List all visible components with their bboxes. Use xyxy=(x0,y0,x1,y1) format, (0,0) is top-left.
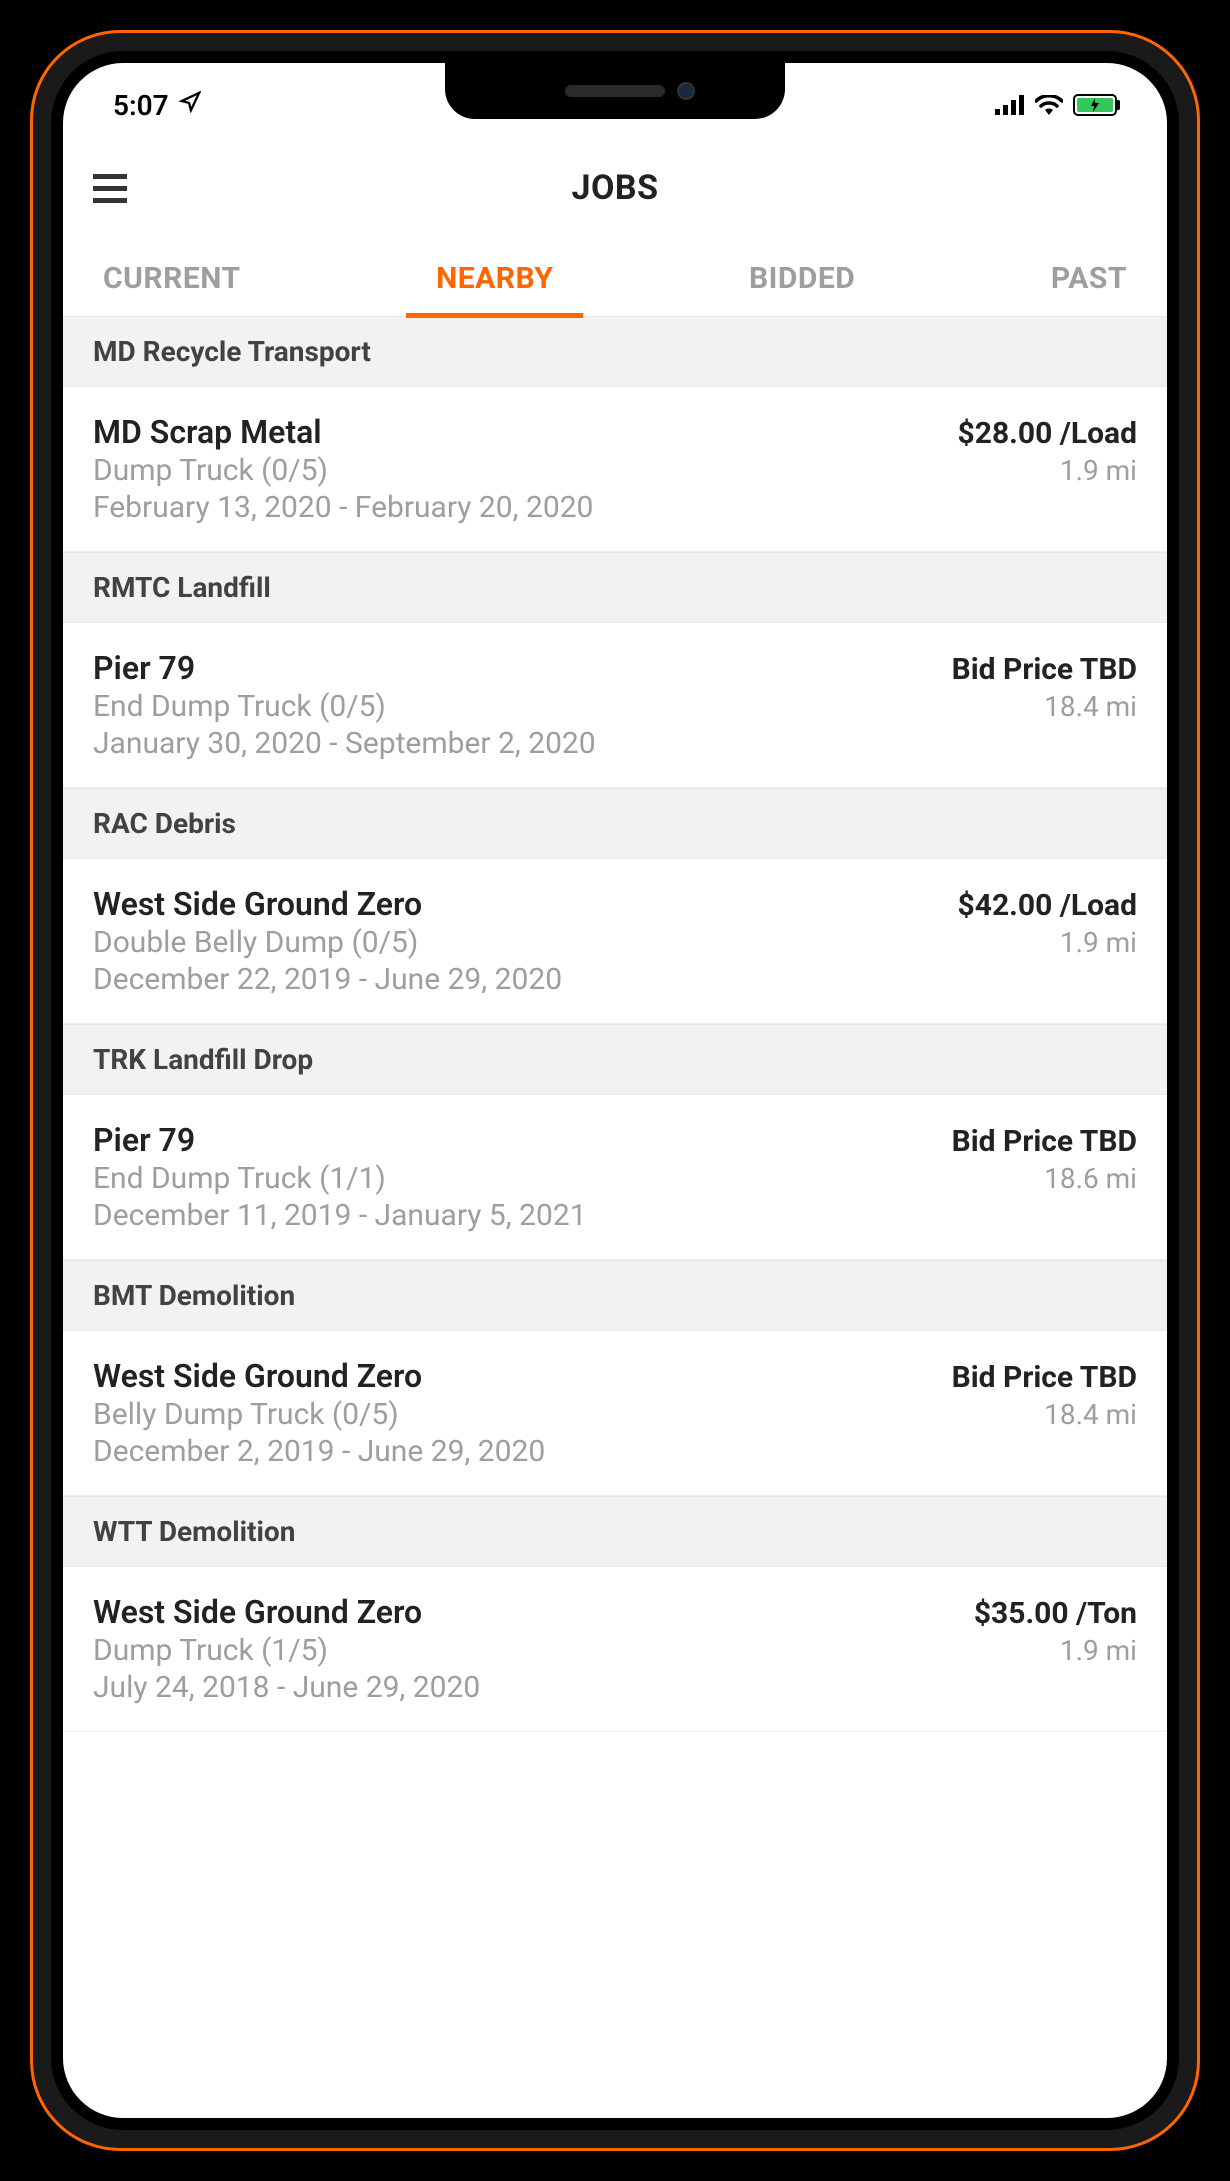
job-row: Belly Dump Truck (0/5) 18.4 mi xyxy=(93,1395,1137,1432)
job-distance: 1.9 mi xyxy=(1060,454,1137,487)
job-vehicle: End Dump Truck (1/1) xyxy=(93,1161,386,1196)
menu-icon-bar xyxy=(93,174,127,179)
job-vehicle: Belly Dump Truck (0/5) xyxy=(93,1397,399,1432)
job-vehicle: Double Belly Dump (0/5) xyxy=(93,925,418,960)
battery-fill xyxy=(1077,98,1113,112)
menu-icon-bar xyxy=(93,186,127,191)
wifi-icon xyxy=(1035,95,1063,115)
job-title: Pier 79 xyxy=(93,649,195,687)
job-row: Dump Truck (0/5) 1.9 mi xyxy=(93,451,1137,488)
job-distance: 1.9 mi xyxy=(1060,1634,1137,1667)
job-dates: December 22, 2019 - June 29, 2020 xyxy=(93,962,1137,997)
job-distance: 1.9 mi xyxy=(1060,926,1137,959)
tab-past[interactable]: PAST xyxy=(1041,243,1137,316)
tabs: CURRENT NEARBY BIDDED PAST xyxy=(63,243,1167,316)
job-row: West Side Ground Zero $35.00 /Ton xyxy=(93,1593,1137,1631)
job-item[interactable]: West Side Ground Zero$35.00 /TonDump Tru… xyxy=(63,1567,1167,1732)
job-row: Pier 79 Bid Price TBD xyxy=(93,1121,1137,1159)
job-row: Double Belly Dump (0/5) 1.9 mi xyxy=(93,923,1137,960)
page-title: JOBS xyxy=(571,168,658,208)
screen: 5:07 xyxy=(63,63,1167,2118)
job-item[interactable]: MD Scrap Metal$28.00 /LoadDump Truck (0/… xyxy=(63,387,1167,552)
job-price: Bid Price TBD xyxy=(952,1360,1137,1395)
front-camera xyxy=(677,82,695,100)
job-title: West Side Ground Zero xyxy=(93,1593,422,1631)
job-dates: July 24, 2018 - June 29, 2020 xyxy=(93,1670,1137,1705)
location-icon xyxy=(179,91,201,119)
job-row: Pier 79 Bid Price TBD xyxy=(93,649,1137,687)
device-outer: 5:07 xyxy=(30,30,1200,2151)
job-vehicle: End Dump Truck (0/5) xyxy=(93,689,386,724)
device-frame: 5:07 xyxy=(0,0,1230,2181)
job-row: End Dump Truck (0/5) 18.4 mi xyxy=(93,687,1137,724)
job-title: West Side Ground Zero xyxy=(93,885,422,923)
job-row: Dump Truck (1/5) 1.9 mi xyxy=(93,1631,1137,1668)
job-dates: January 30, 2020 - September 2, 2020 xyxy=(93,726,1137,761)
battery-icon xyxy=(1073,94,1117,116)
job-price: $35.00 /Ton xyxy=(974,1596,1137,1631)
job-row: End Dump Truck (1/1) 18.6 mi xyxy=(93,1159,1137,1196)
device-inner: 5:07 xyxy=(51,51,1179,2130)
job-vehicle: Dump Truck (0/5) xyxy=(93,453,328,488)
speaker-grille xyxy=(565,85,665,97)
job-row: MD Scrap Metal $28.00 /Load xyxy=(93,413,1137,451)
job-distance: 18.4 mi xyxy=(1044,690,1137,723)
job-price: Bid Price TBD xyxy=(952,652,1137,687)
menu-icon-bar xyxy=(93,198,127,203)
job-title: West Side Ground Zero xyxy=(93,1357,422,1395)
tab-bidded[interactable]: BIDDED xyxy=(739,243,865,316)
job-row: West Side Ground Zero $42.00 /Load xyxy=(93,885,1137,923)
job-price: $42.00 /Load xyxy=(958,888,1137,923)
status-right xyxy=(995,94,1117,116)
job-title: Pier 79 xyxy=(93,1121,195,1159)
status-left: 5:07 xyxy=(113,89,201,122)
job-item[interactable]: Pier 79Bid Price TBDEnd Dump Truck (1/1)… xyxy=(63,1095,1167,1260)
menu-button[interactable] xyxy=(93,168,133,208)
section-header: BMT Demolition xyxy=(63,1260,1167,1331)
section-header: RMTC Landfill xyxy=(63,552,1167,623)
nav-bar: JOBS xyxy=(63,133,1167,243)
job-price: $28.00 /Load xyxy=(958,416,1137,451)
tab-current[interactable]: CURRENT xyxy=(93,243,251,316)
job-distance: 18.6 mi xyxy=(1044,1162,1137,1195)
section-header: WTT Demolition xyxy=(63,1496,1167,1567)
job-item[interactable]: West Side Ground Zero$42.00 /LoadDouble … xyxy=(63,859,1167,1024)
jobs-list[interactable]: MD Recycle Transport MD Scrap Metal $28.00… xyxy=(63,316,1167,1732)
job-dates: February 13, 2020 - February 20, 2020 xyxy=(93,490,1137,525)
tab-nearby[interactable]: NEARBY xyxy=(426,243,563,316)
section-header: TRK Landfill Drop xyxy=(63,1024,1167,1095)
job-title: MD Scrap Metal xyxy=(93,413,322,451)
job-distance: 18.4 mi xyxy=(1044,1398,1137,1431)
job-dates: December 11, 2019 - January 5, 2021 xyxy=(93,1198,1137,1233)
section-header: MD Recycle Transport xyxy=(63,316,1167,387)
job-vehicle: Dump Truck (1/5) xyxy=(93,1633,328,1668)
device-notch xyxy=(445,63,785,119)
job-item[interactable]: West Side Ground ZeroBid Price TBDBelly … xyxy=(63,1331,1167,1496)
section-header: RAC Debris xyxy=(63,788,1167,859)
job-dates: December 2, 2019 - June 29, 2020 xyxy=(93,1434,1137,1469)
status-time: 5:07 xyxy=(113,89,169,122)
job-item[interactable]: Pier 79Bid Price TBDEnd Dump Truck (0/5)… xyxy=(63,623,1167,788)
cellular-signal-icon xyxy=(995,95,1025,115)
job-price: Bid Price TBD xyxy=(952,1124,1137,1159)
job-row: West Side Ground Zero Bid Price TBD xyxy=(93,1357,1137,1395)
